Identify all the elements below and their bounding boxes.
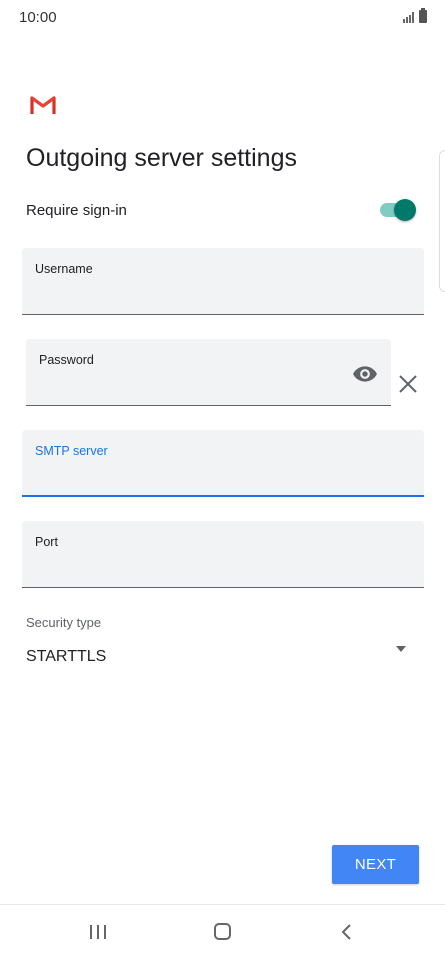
dropdown-arrow-icon[interactable] — [396, 646, 406, 652]
status-time: 10:00 — [19, 9, 57, 26]
smtp-server-label: SMTP server — [35, 444, 108, 458]
navigation-bar — [0, 904, 445, 956]
status-icons — [403, 8, 427, 23]
home-icon[interactable] — [214, 923, 231, 940]
port-field[interactable]: Port — [22, 521, 424, 588]
toggle-thumb — [394, 199, 416, 221]
close-icon[interactable] — [397, 373, 419, 395]
security-type-label: Security type — [26, 615, 102, 630]
status-bar: 10:00 — [0, 0, 445, 36]
back-icon[interactable] — [340, 923, 354, 941]
require-signin-toggle[interactable] — [380, 199, 416, 221]
recent-apps-icon[interactable] — [90, 925, 106, 939]
eye-icon[interactable] — [352, 361, 378, 387]
battery-icon — [419, 8, 427, 23]
password-field[interactable]: Password — [26, 339, 391, 406]
username-label: Username — [35, 262, 93, 276]
password-label: Password — [39, 353, 94, 367]
page-title: Outgoing server settings — [26, 144, 297, 172]
port-label: Port — [35, 535, 58, 549]
smtp-server-field[interactable]: SMTP server — [22, 430, 424, 497]
next-button[interactable]: NEXT — [332, 845, 419, 884]
edge-panel-handle[interactable] — [439, 150, 445, 292]
require-signin-label: Require sign-in — [26, 202, 127, 219]
username-field[interactable]: Username — [22, 248, 424, 315]
security-type-select[interactable]: STARTTLS — [26, 648, 106, 666]
signal-icon — [403, 12, 414, 23]
gmail-logo-icon — [30, 96, 56, 114]
